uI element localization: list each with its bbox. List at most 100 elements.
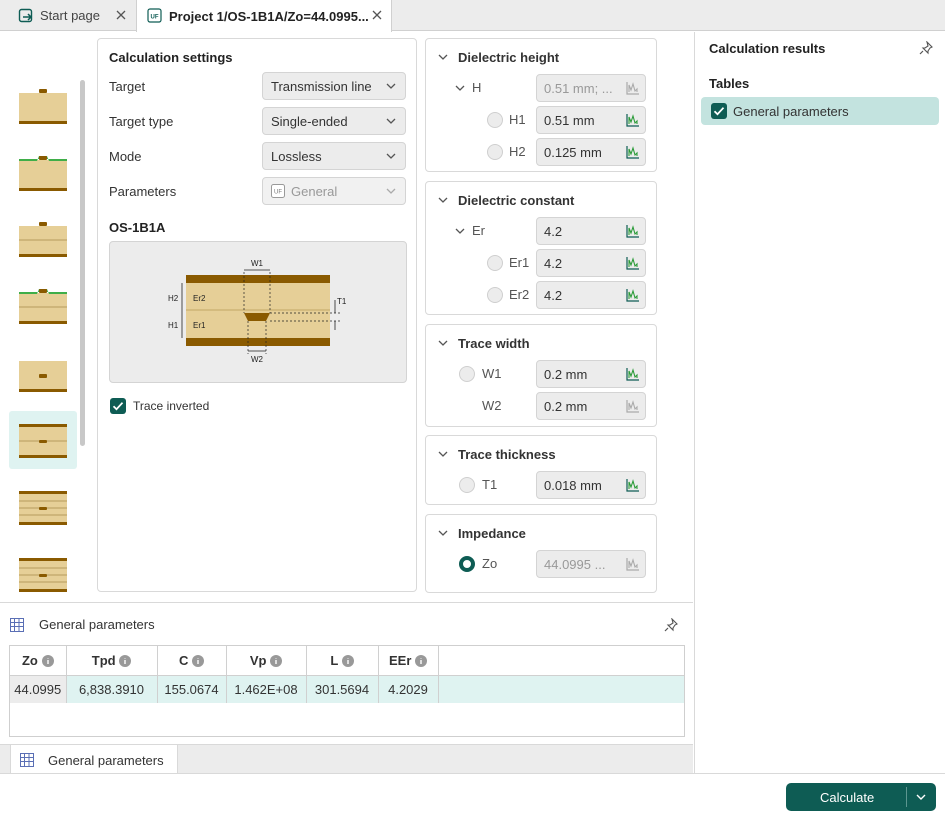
info-icon[interactable] [192,655,204,668]
cell-c[interactable]: 155.0674 [157,675,227,703]
column-header-zo[interactable]: Zo [10,646,67,676]
w1-field[interactable]: 0.2 mm [536,360,646,388]
stackup-thumbnail[interactable] [9,144,77,202]
w2-label: W2 [482,398,502,413]
info-icon[interactable] [270,655,283,668]
h2-radio[interactable] [487,144,503,160]
info-icon[interactable] [415,655,428,668]
model-title: OS-1B1A [109,220,166,235]
stackup-thumbnail[interactable] [9,411,77,469]
chevron-down-icon [386,83,396,89]
er-label: Er [472,223,485,238]
trace-thickness-title: Trace thickness [458,447,556,462]
chevron-down-icon [386,188,396,194]
chevron-down-icon[interactable] [438,54,448,60]
cell-vp[interactable]: 1.462E+08 [226,675,307,703]
er2-field[interactable]: 4.2 [536,281,646,309]
tab-general-parameters-label: General parameters [48,752,164,768]
column-header-l[interactable]: L [306,646,379,676]
chart-icon[interactable] [626,113,640,127]
er2-radio[interactable] [487,287,503,303]
calculation-settings-panel: Calculation settings Target Transmission… [97,38,417,592]
calculation-results-panel: Calculation results Tables General param… [694,32,945,773]
er-field[interactable]: 4.2 [536,217,646,245]
trace-inverted-checkbox[interactable] [110,398,126,414]
chart-icon[interactable] [626,256,640,270]
info-icon[interactable] [119,655,132,668]
h-label: H [472,80,482,95]
cell-tpd[interactable]: 6,838.3910 [66,675,158,703]
w1-radio[interactable] [459,366,475,382]
tab-project-label: Project 1/OS-1B1A/Zo=44.0995... [169,8,369,24]
cell-eer[interactable]: 4.2029 [378,675,439,703]
dielectric-height-title: Dielectric height [458,50,560,65]
table-row[interactable]: 44.0995 6,838.3910 155.0674 1.462E+08 30… [10,675,684,703]
er1-label: Er1 [509,255,530,270]
h-value: 0.51 mm; ... [544,81,613,96]
er2-label: Er2 [509,287,530,302]
target-type-select[interactable]: Single-ended [262,107,406,135]
stackup-thumbnail[interactable] [9,210,77,268]
chevron-down-icon[interactable] [455,85,465,91]
pin-icon[interactable] [919,41,933,55]
general-parameters-result-item[interactable]: General parameters [701,97,939,125]
chart-icon[interactable] [626,478,640,492]
er1-value: 4.2 [544,256,563,271]
w2-field[interactable]: 0.2 mm [536,392,646,420]
chevron-down-icon[interactable] [438,530,448,536]
info-icon[interactable] [341,655,354,668]
chart-icon [626,81,640,95]
trace-thickness-group: Trace thickness T1 0.018 mm [425,435,657,505]
chevron-down-icon[interactable] [438,451,448,457]
uf-icon: UF [271,184,285,198]
column-header-vp[interactable]: Vp [226,646,307,676]
chart-icon[interactable] [626,224,640,238]
pin-icon[interactable] [664,618,678,632]
zo-radio[interactable] [459,556,475,572]
h1-label: H1 [509,112,526,127]
target-select[interactable]: Transmission line [262,72,406,100]
general-parameters-checkbox[interactable] [711,103,727,119]
chevron-down-icon[interactable] [916,794,926,800]
chart-icon[interactable] [626,145,640,159]
chart-icon[interactable] [626,367,640,381]
results-title: Calculation results [709,41,826,56]
column-header-tpd[interactable]: Tpd [66,646,158,676]
er1-radio[interactable] [487,255,503,271]
settings-title: Calculation settings [109,50,233,65]
column-header-eer[interactable]: EEr [378,646,439,676]
zo-label: Zo [482,556,498,571]
h2-field[interactable]: 0.125 mm [536,138,646,166]
stackup-thumbnail[interactable] [9,277,77,335]
calculate-button[interactable]: Calculate [786,783,936,811]
h1-radio[interactable] [487,112,503,128]
tab-start-page[interactable]: Start page [8,0,135,31]
stackup-thumbnail[interactable] [9,545,77,603]
chart-icon[interactable] [626,288,640,302]
close-icon[interactable] [371,9,383,21]
tab-project[interactable]: UF Project 1/OS-1B1A/Zo=44.0995... [136,0,392,32]
t1-radio[interactable] [459,477,475,493]
uf-icon: UF [147,8,163,24]
cell-l[interactable]: 301.5694 [306,675,379,703]
scrollbar[interactable] [80,80,85,446]
chevron-down-icon[interactable] [438,340,448,346]
close-icon[interactable] [115,9,127,21]
stackup-thumbnail[interactable] [9,345,77,403]
stackup-thumbnail[interactable] [9,478,77,536]
stackup-thumbnail[interactable] [9,77,77,135]
mode-select[interactable]: Lossless [262,142,406,170]
stackup-diagram: W1 W2 H2 H1 Er2 Er1 T1 [109,241,407,383]
chevron-down-icon[interactable] [455,228,465,234]
chevron-down-icon[interactable] [438,197,448,203]
tables-section-title: Tables [709,76,750,91]
info-icon[interactable] [41,655,54,668]
calculate-label: Calculate [820,790,875,805]
er1-field[interactable]: 4.2 [536,249,646,277]
er2-diagram-label: Er2 [193,294,206,303]
cell-zo[interactable]: 44.0995 [10,675,67,703]
t1-field[interactable]: 0.018 mm [536,471,646,499]
column-header-c[interactable]: C [157,646,227,676]
h1-field[interactable]: 0.51 mm [536,106,646,134]
tab-general-parameters[interactable]: General parameters [10,745,178,775]
